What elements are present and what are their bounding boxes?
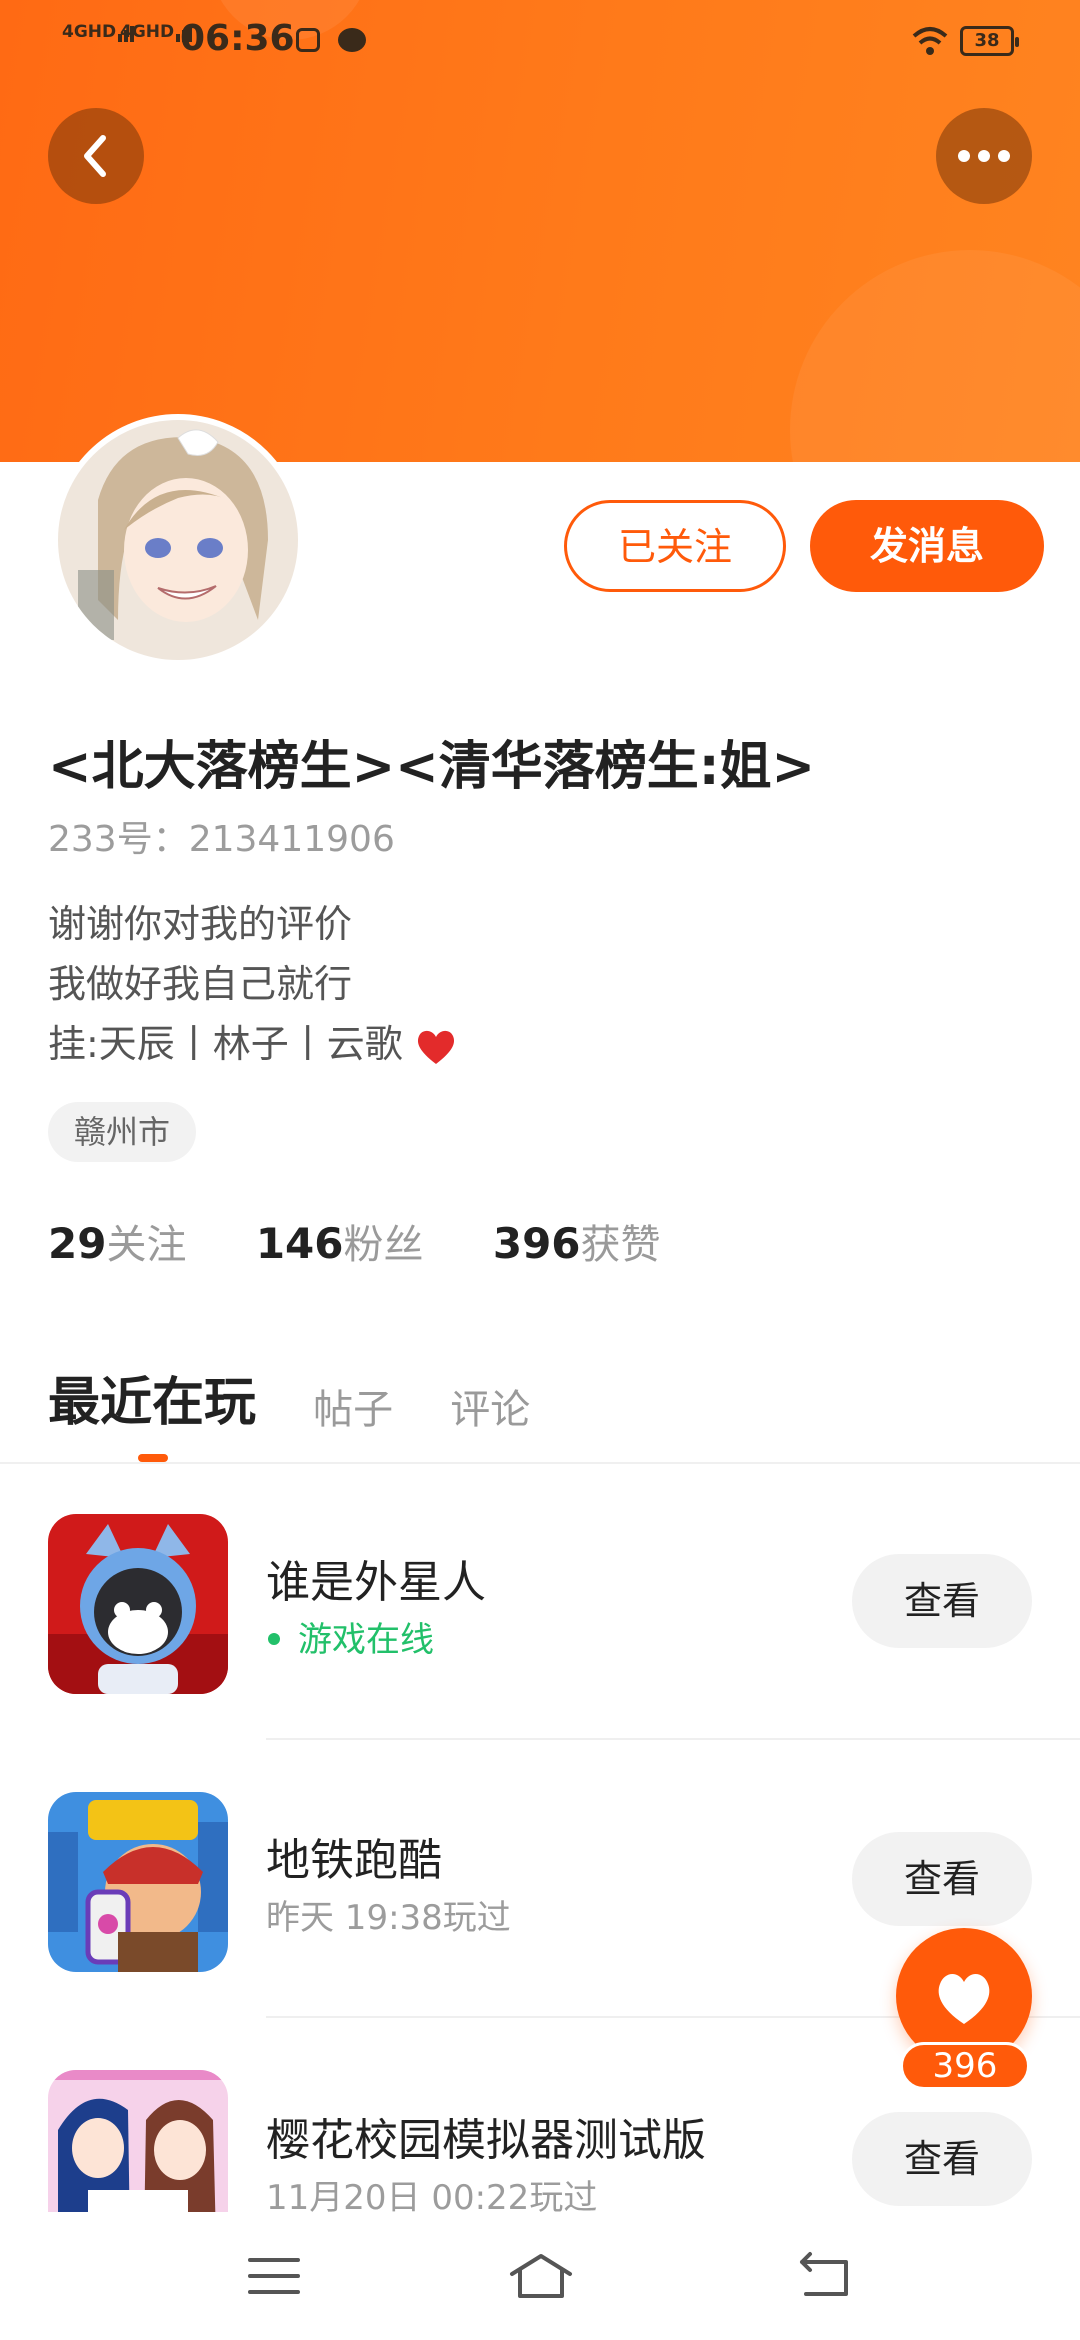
tab-recent-played[interactable]: 最近在玩 xyxy=(48,1360,256,1435)
bio-line: 我做好我自己就行 xyxy=(48,962,353,1006)
bio-line: 谢谢你对我的评价 xyxy=(48,902,353,946)
followed-button[interactable]: 已关注 xyxy=(564,500,786,592)
bio: 谢谢你对我的评价 我做好我自己就行 挂:天辰丨林子丨云歌 xyxy=(48,894,457,1074)
game-status: 昨天 19:38玩过 xyxy=(266,1898,511,1938)
home-icon[interactable] xyxy=(506,2248,576,2304)
location-tag: 赣州市 xyxy=(48,1102,197,1162)
like-count-badge: 396 xyxy=(900,2042,1030,2090)
banner-decoration xyxy=(790,250,1080,462)
menu-icon[interactable] xyxy=(244,2248,304,2304)
send-message-button[interactable]: 发消息 xyxy=(810,500,1044,592)
status-bar: 4GHD 4GHD 06:36 38 xyxy=(0,0,1080,84)
more-dots-icon xyxy=(958,150,1010,162)
view-button[interactable]: 查看 xyxy=(852,1832,1032,1926)
stat-following[interactable]: 29关注 xyxy=(48,1212,186,1270)
game-status: 11月20日 00:22玩过 xyxy=(266,2178,598,2212)
game-name: 樱花校园模拟器测试版 xyxy=(266,2115,706,2166)
game-icon-sakura-school xyxy=(48,2070,228,2212)
bio-line: 挂:天辰丨林子丨云歌 xyxy=(48,1014,457,1074)
clock: 06:36 xyxy=(180,18,295,59)
wifi-icon xyxy=(912,27,948,55)
stats-row: 29关注 146粉丝 396获赞 xyxy=(48,1212,717,1270)
game-name: 地铁跑酷 xyxy=(266,1835,442,1886)
tab-comments[interactable]: 评论 xyxy=(450,1377,530,1435)
game-status: 游戏在线 xyxy=(266,1612,434,1661)
stat-fans[interactable]: 146粉丝 xyxy=(256,1212,424,1270)
game-icon-subway-surfers xyxy=(48,1792,228,1972)
message-bubble-icon xyxy=(338,28,366,52)
red-heart-icon xyxy=(417,1030,454,1064)
view-button[interactable]: 查看 xyxy=(852,2112,1032,2206)
user-id: 233号：213411906 xyxy=(48,819,395,860)
stat-likes[interactable]: 396获赞 xyxy=(493,1212,661,1270)
avatar[interactable] xyxy=(52,414,304,666)
game-icon-alien-cat xyxy=(48,1514,228,1694)
username: <北大落榜生><清华落榜生:姐> xyxy=(48,737,816,797)
more-button[interactable] xyxy=(936,108,1032,204)
system-nav-bar xyxy=(0,2212,1080,2340)
chevron-left-icon xyxy=(84,135,106,177)
tab-posts[interactable]: 帖子 xyxy=(313,1377,393,1435)
back-icon[interactable] xyxy=(794,2248,854,2304)
tab-bar: 最近在玩 帖子 评论 xyxy=(48,1360,582,1433)
app-icon xyxy=(296,28,320,52)
back-button[interactable] xyxy=(48,108,144,204)
active-tab-indicator xyxy=(138,1454,168,1462)
view-button[interactable]: 查看 xyxy=(852,1554,1032,1648)
divider xyxy=(0,1462,1080,1464)
list-item[interactable]: 谁是外星人 游戏在线 查看 xyxy=(0,1500,1080,1778)
battery-icon: 38 xyxy=(960,26,1019,56)
game-name: 谁是外星人 xyxy=(266,1557,486,1608)
divider xyxy=(266,1738,1080,1740)
